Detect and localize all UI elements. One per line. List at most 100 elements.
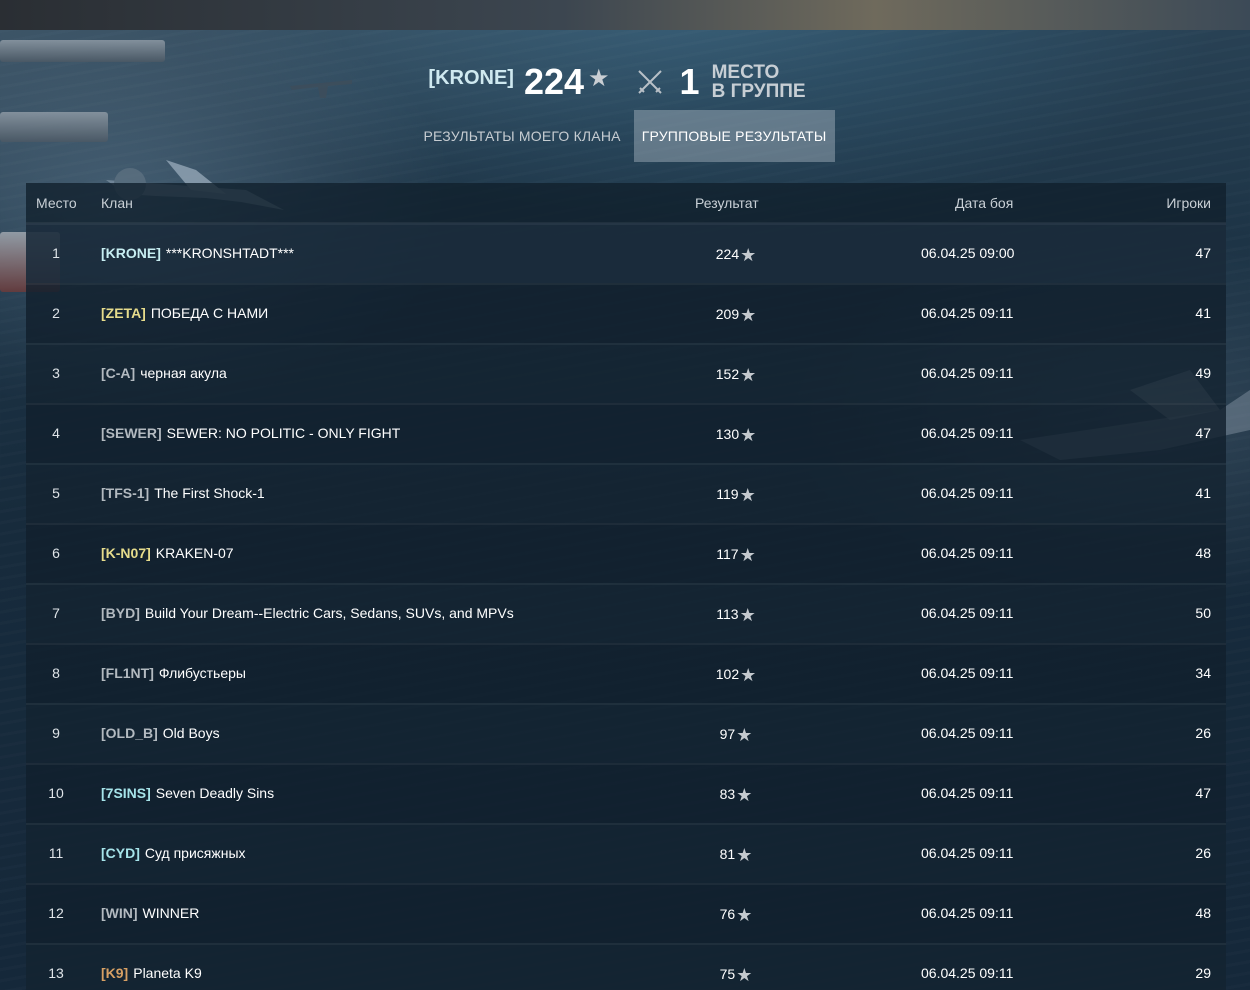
table-row[interactable]: 6 [K-N07] KRAKEN-07 117★ 06.04.25 09:11 48 <box>26 523 1226 583</box>
result-value: 130 <box>715 426 740 442</box>
row-place: 4 <box>52 425 60 441</box>
column-header-place[interactable]: Место <box>36 195 77 211</box>
table-row[interactable]: 4 [SEWER] SEWER: NO POLITIC - ONLY FIGHT 13… <box>26 403 1226 463</box>
result-value: 76 <box>719 906 736 922</box>
clan-name[interactable]: The First Shock-1 <box>154 485 264 501</box>
group-place-number: 1 <box>679 61 700 102</box>
row-players: 41 <box>1195 485 1211 501</box>
row-clan: [KRONE] ***KRONSHTADT*** <box>101 245 294 261</box>
row-result: 81★ <box>686 845 786 866</box>
table-row[interactable]: 13 [K9] Planeta K9 75★ 06.04.25 09:11 29 <box>26 943 1226 990</box>
row-clan: [FL1NT] Флибустьеры <box>101 665 246 681</box>
row-players: 26 <box>1195 845 1211 861</box>
row-battle-date: 06.04.25 09:11 <box>921 425 1014 441</box>
clan-tag[interactable]: [K-N07] <box>101 545 151 561</box>
row-place: 1 <box>52 245 60 261</box>
clan-name[interactable]: Флибустьеры <box>159 665 246 681</box>
table-row[interactable]: 5 [TFS-1] The First Shock-1 119★ 06.04.25 09… <box>26 463 1226 523</box>
table-row[interactable]: 3 [C-A] черная акула 152★ 06.04.25 09:11 49 <box>26 343 1226 403</box>
clan-name[interactable]: KRAKEN-07 <box>156 545 234 561</box>
row-battle-date: 06.04.25 09:11 <box>921 845 1014 861</box>
table-header: Место Клан Результат Дата боя Игроки <box>26 183 1226 223</box>
clan-tag[interactable]: [7SINS] <box>101 785 151 801</box>
clan-tag[interactable]: [BYD] <box>101 605 140 621</box>
star-icon: ★ <box>588 64 610 92</box>
table-row[interactable]: 1 [KRONE] ***KRONSHTADT*** 224★ 06.04.25 09:… <box>26 223 1226 283</box>
row-clan: [ZETA] ПОБЕДА С НАМИ <box>101 305 268 321</box>
group-results-table: Место Клан Результат Дата боя Игроки 1 [K… <box>26 183 1226 990</box>
row-result: 75★ <box>686 965 786 986</box>
row-place: 13 <box>48 965 64 981</box>
table-row[interactable]: 11 [CYD] Суд присяжных 81★ 06.04.25 09:11 26 <box>26 823 1226 883</box>
row-battle-date: 06.04.25 09:11 <box>921 725 1014 741</box>
star-icon: ★ <box>736 725 753 745</box>
row-clan: [K9] Planeta K9 <box>101 965 202 981</box>
column-header-result[interactable]: Результат <box>695 195 759 211</box>
top-banner-strip <box>0 0 1250 30</box>
result-value: 102 <box>715 666 740 682</box>
row-battle-date: 06.04.25 09:11 <box>921 665 1014 681</box>
row-players: 47 <box>1195 245 1211 261</box>
row-clan: [CYD] Суд присяжных <box>101 845 246 861</box>
row-clan: [WIN] WINNER <box>101 905 199 921</box>
row-battle-date: 06.04.25 09:11 <box>921 905 1014 921</box>
clan-tag[interactable]: [C-A] <box>101 365 135 381</box>
table-row[interactable]: 8 [FL1NT] Флибустьеры 102★ 06.04.25 09:11 34 <box>26 643 1226 703</box>
clan-name[interactable]: ***KRONSHTADT*** <box>166 245 294 261</box>
row-players: 50 <box>1195 605 1211 621</box>
clan-name[interactable]: ПОБЕДА С НАМИ <box>151 305 268 321</box>
result-value: 97 <box>719 726 736 742</box>
clan-name[interactable]: SEWER: NO POLITIC - ONLY FIGHT <box>167 425 401 441</box>
tab-my-clan-results[interactable]: РЕЗУЛЬТАТЫ МОЕГО КЛАНА <box>415 110 628 162</box>
clan-name[interactable]: Build Your Dream--Electric Cars, Sedans,… <box>145 605 514 621</box>
row-result: 130★ <box>686 425 786 446</box>
row-players: 49 <box>1195 365 1211 381</box>
star-icon: ★ <box>736 845 753 865</box>
clan-tag[interactable]: [CYD] <box>101 845 140 861</box>
row-result: 209★ <box>686 305 786 326</box>
clan-tag[interactable]: [TFS-1] <box>101 485 149 501</box>
table-row[interactable]: 9 [OLD_B] Old Boys 97★ 06.04.25 09:11 26 <box>26 703 1226 763</box>
clan-tag[interactable]: [ZETA] <box>101 305 146 321</box>
clan-name[interactable]: WINNER <box>143 905 200 921</box>
clan-tag[interactable]: [FL1NT] <box>101 665 154 681</box>
row-place: 8 <box>52 665 60 681</box>
clan-name[interactable]: Seven Deadly Sins <box>156 785 274 801</box>
clan-name[interactable]: Planeta K9 <box>133 965 202 981</box>
column-header-date[interactable]: Дата боя <box>955 195 1013 211</box>
clan-tag[interactable]: [KRONE] <box>101 245 161 261</box>
row-result: 76★ <box>686 905 786 926</box>
star-icon: ★ <box>736 965 753 985</box>
column-header-clan[interactable]: Клан <box>101 195 133 211</box>
table-row[interactable]: 7 [BYD] Build Your Dream--Electric Cars, S… <box>26 583 1226 643</box>
row-clan: [C-A] черная акула <box>101 365 227 381</box>
results-tabs: РЕЗУЛЬТАТЫ МОЕГО КЛАНА ГРУППОВЫЕ РЕЗУЛЬТ… <box>0 110 1250 162</box>
row-clan: [SEWER] SEWER: NO POLITIC - ONLY FIGHT <box>101 425 400 441</box>
clan-tag[interactable]: [OLD_B] <box>101 725 158 741</box>
star-icon: ★ <box>740 665 757 685</box>
row-place: 12 <box>48 905 64 921</box>
row-result: 117★ <box>686 545 786 566</box>
result-value: 224 <box>715 246 740 262</box>
row-battle-date: 06.04.25 09:00 <box>921 245 1015 261</box>
clan-name[interactable]: черная акула <box>140 365 227 381</box>
table-row[interactable]: 10 [7SINS] Seven Deadly Sins 83★ 06.04.25 09… <box>26 763 1226 823</box>
clan-name[interactable]: Old Boys <box>163 725 220 741</box>
clan-tag[interactable]: [WIN] <box>101 905 138 921</box>
tab-group-results[interactable]: ГРУППОВЫЕ РЕЗУЛЬТАТЫ <box>633 110 835 162</box>
column-header-players[interactable]: Игроки <box>1166 195 1211 211</box>
row-result: 119★ <box>686 485 786 506</box>
row-place: 6 <box>52 545 60 561</box>
row-place: 9 <box>52 725 60 741</box>
row-result: 102★ <box>686 665 786 686</box>
result-value: 119 <box>716 486 739 502</box>
clan-tag[interactable]: [SEWER] <box>101 425 162 441</box>
star-icon: ★ <box>739 545 756 565</box>
row-result: 224★ <box>686 245 786 266</box>
clan-name[interactable]: Суд присяжных <box>145 845 246 861</box>
table-row[interactable]: 12 [WIN] WINNER 76★ 06.04.25 09:11 48 <box>26 883 1226 943</box>
result-value: 81 <box>719 846 736 862</box>
clan-tag[interactable]: [K9] <box>101 965 128 981</box>
row-place: 5 <box>52 485 60 501</box>
table-row[interactable]: 2 [ZETA] ПОБЕДА С НАМИ 209★ 06.04.25 09:11 41 <box>26 283 1226 343</box>
